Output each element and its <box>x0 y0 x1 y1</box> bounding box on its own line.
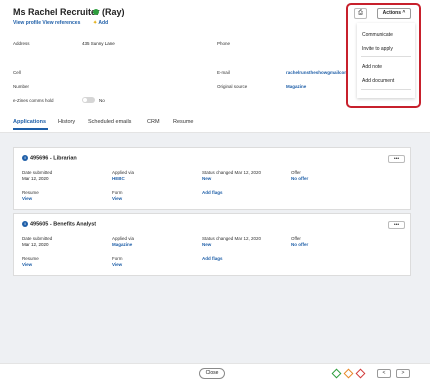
printer-icon: ⎙ <box>358 10 363 16</box>
more-options-button[interactable]: ••• <box>388 221 405 229</box>
actions-label: Actions <box>382 10 402 16</box>
resume-label: Resume <box>22 256 39 261</box>
form-view-link[interactable]: View <box>112 262 122 267</box>
status-value[interactable]: New <box>202 176 211 181</box>
application-card: i 495605 - Benefits Analyst ••• Date subm… <box>13 213 411 276</box>
application-card: i 495696 - Librarian ••• Date submitted M… <box>13 147 411 210</box>
date-submitted-label: Date submitted <box>22 170 53 175</box>
profile-links[interactable]: View profile View references <box>13 20 80 26</box>
email-value[interactable]: rachelrunstheshowgmailcom <box>286 70 348 75</box>
applied-via-label: Applied via <box>112 170 135 175</box>
form-label: Form <box>112 256 123 261</box>
add-button[interactable]: ✦ Add <box>93 20 108 26</box>
menu-divider <box>361 56 411 57</box>
tab-applications[interactable]: Applications <box>13 119 46 125</box>
tab-history[interactable]: History <box>58 119 75 125</box>
offer-label: Offer <box>291 236 301 241</box>
chevron-right-icon: > <box>401 370 405 376</box>
cell-label: Cell <box>13 70 21 75</box>
resume-label: Resume <box>22 190 39 195</box>
add-flags-link[interactable]: Add flags <box>202 256 223 261</box>
status-label: Status changed Mar 12, 2020 <box>202 236 262 241</box>
status-label: Status changed Mar 12, 2020 <box>202 170 262 175</box>
offer-value[interactable]: No offer <box>291 176 308 181</box>
date-submitted-value: Mar 12, 2020 <box>22 242 49 247</box>
date-submitted-value: Mar 12, 2020 <box>22 176 49 181</box>
original-source-label: Original source <box>217 84 248 89</box>
application-title[interactable]: i 495605 - Benefits Analyst <box>22 221 96 227</box>
menu-item-communicate[interactable]: Communicate <box>362 32 393 38</box>
actions-menu: Communicate Invite to apply Add note Add… <box>357 23 415 98</box>
number-label: Number <box>13 84 30 89</box>
tab-scheduled-emails[interactable]: Scheduled emails <box>88 119 131 125</box>
status-value[interactable]: New <box>202 242 211 247</box>
application-title[interactable]: i 495696 - Librarian <box>22 155 77 161</box>
ezines-value: No <box>99 98 105 103</box>
more-options-button[interactable]: ••• <box>388 155 405 163</box>
status-dot-icon <box>93 9 99 15</box>
tab-crm[interactable]: CRM <box>147 119 160 125</box>
email-label: E-mail <box>217 70 230 75</box>
original-source-value[interactable]: Magazine <box>286 84 306 89</box>
menu-item-invite-to-apply[interactable]: Invite to apply <box>362 46 393 52</box>
offer-label: Offer <box>291 170 301 175</box>
chevron-left-icon: < <box>382 370 386 376</box>
close-button[interactable]: Close <box>199 368 225 379</box>
ezines-toggle[interactable] <box>82 97 95 103</box>
resume-view-link[interactable]: View <box>22 196 32 201</box>
phone-label: Phone <box>217 41 231 46</box>
next-button[interactable]: > <box>396 369 410 378</box>
add-flags-link[interactable]: Add flags <box>202 190 223 195</box>
date-submitted-label: Date submitted <box>22 236 53 241</box>
resume-view-link[interactable]: View <box>22 262 32 267</box>
chevron-up-icon: ^ <box>402 10 406 16</box>
offer-value[interactable]: No offer <box>291 242 308 247</box>
info-icon: i <box>22 155 28 161</box>
applied-via-value[interactable]: HEBC <box>112 176 125 181</box>
form-label: Form <box>112 190 123 195</box>
menu-divider <box>361 89 411 90</box>
add-label: Add <box>98 20 109 26</box>
address-label: Address <box>13 41 30 46</box>
candidate-name: Ms Rachel Recruiter (Ray) <box>13 7 125 17</box>
prev-button[interactable]: < <box>377 369 391 378</box>
info-icon: i <box>22 221 28 227</box>
print-button[interactable]: ⎙ <box>354 8 367 19</box>
star-icon: ✦ <box>93 20 98 26</box>
tab-resume[interactable]: Resume <box>173 119 193 125</box>
actions-button[interactable]: Actions ^ <box>377 8 411 19</box>
applied-via-label: Applied via <box>112 236 135 241</box>
address-value: 435 Sunny Lane <box>82 41 115 46</box>
ezines-label: e-Zines comms hold <box>13 98 54 103</box>
form-view-link[interactable]: View <box>112 196 122 201</box>
menu-item-add-document[interactable]: Add document <box>362 78 394 84</box>
applied-via-value[interactable]: Magazine <box>112 242 132 247</box>
menu-item-add-note[interactable]: Add note <box>362 64 382 70</box>
active-tab-indicator <box>13 128 48 130</box>
